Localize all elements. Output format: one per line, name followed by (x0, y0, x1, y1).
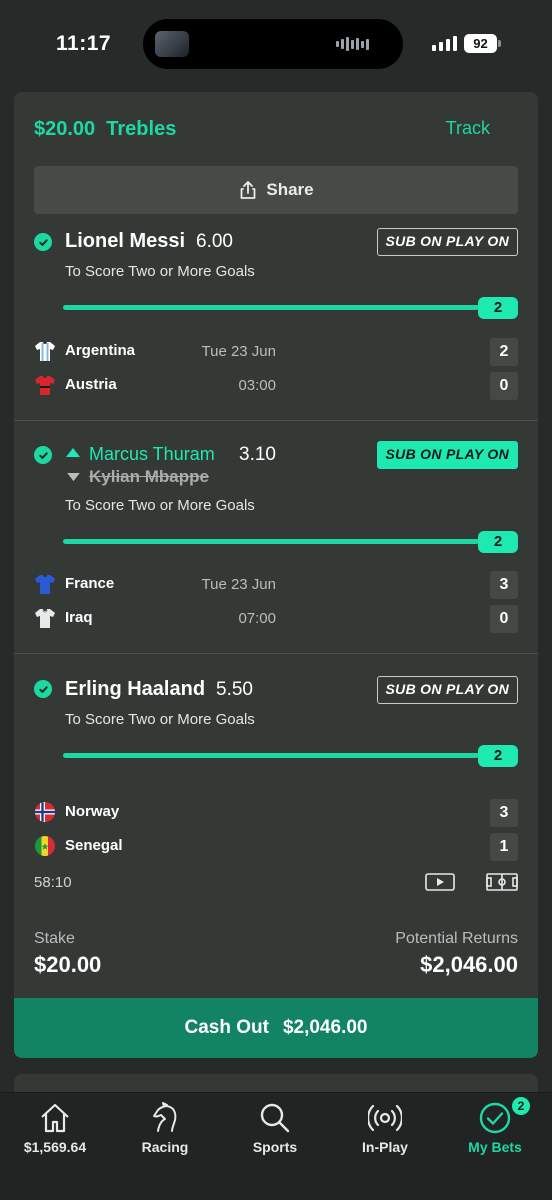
norway-flag-icon (35, 802, 55, 822)
leg-odds: 6.00 (196, 231, 233, 252)
substitute-player-name: Marcus Thuram (89, 444, 215, 464)
team-score: 3 (490, 799, 518, 827)
horse-icon (153, 1102, 177, 1132)
stake-value: $20.00 (34, 952, 102, 977)
divider (14, 653, 538, 654)
video-play-icon[interactable] (425, 872, 455, 892)
caret-down-icon (67, 473, 80, 482)
leg-odds: 3.10 (239, 444, 276, 465)
fixture-time: 07:00 (238, 610, 276, 627)
sub-on-play-on-badge[interactable]: SUB ON PLAY ON (376, 228, 518, 256)
team-row-away: Senegal 1 (34, 833, 518, 861)
market-label: To Score Two or More Goals (65, 263, 255, 280)
leg-odds: 5.50 (216, 679, 253, 700)
caret-up-icon (66, 448, 80, 457)
team-score: 1 (490, 833, 518, 861)
media-thumbnail (155, 31, 189, 57)
team-score: 3 (490, 571, 518, 599)
nav-item-racing[interactable]: Racing (110, 1093, 220, 1173)
replaced-player-name: Kylian Mbappe (89, 467, 209, 486)
status-bar: 11:17 92 (0, 0, 552, 88)
senegal-flag-icon (35, 836, 55, 856)
team-score: 2 (490, 338, 518, 366)
team-score: 0 (490, 605, 518, 633)
team-name: Senegal (65, 837, 123, 854)
pitch-view-icon[interactable] (486, 872, 518, 892)
progress-count: 2 (478, 745, 518, 767)
potential-returns-label: Potential Returns (395, 930, 518, 947)
nav-label: $1,569.64 (23, 1139, 87, 1155)
austria-kit-icon (35, 376, 55, 395)
track-button[interactable]: Track (446, 118, 490, 139)
france-kit-icon (35, 575, 55, 594)
progress-bar (63, 305, 479, 310)
bottom-nav: $1,569.64 Racing Sports In-Play 2 My Bet… (0, 1092, 552, 1200)
search-icon (260, 1103, 290, 1133)
sub-on-play-on-badge-active[interactable]: SUB ON PLAY ON (376, 441, 518, 469)
divider (14, 420, 538, 421)
fixture-date: Tue 23 Jun (201, 576, 277, 593)
argentina-kit-icon (35, 342, 55, 361)
stake-label: Stake (34, 930, 75, 947)
fixture-time: 03:00 (238, 377, 276, 394)
player-name: Lionel Messi (65, 230, 186, 252)
battery-cap (498, 40, 501, 47)
team-name: Norway (65, 803, 120, 820)
team-row-home: Norway 3 (34, 799, 518, 827)
nav-item-balance[interactable]: $1,569.64 (0, 1093, 110, 1173)
progress-bar (63, 753, 479, 758)
team-name: Iraq (65, 609, 93, 626)
team-name: Argentina (65, 342, 136, 359)
dynamic-island[interactable] (143, 19, 403, 69)
team-row-home: Argentina Tue 23 Jun 2 (34, 338, 518, 366)
signal-icon (432, 35, 457, 51)
home-icon (41, 1103, 69, 1133)
bet-card-header: $20.00 Trebles Track (14, 92, 538, 168)
nav-label: Racing (141, 1139, 189, 1155)
nav-label: In-Play (362, 1139, 408, 1155)
team-score: 0 (490, 372, 518, 400)
check-icon (34, 446, 52, 464)
match-clock: 58:10 (34, 874, 72, 891)
progress-count: 2 (478, 297, 518, 319)
player-name: Erling Haaland (65, 678, 206, 700)
team-name: Austria (65, 376, 117, 393)
share-icon (240, 181, 256, 199)
share-label: Share (266, 180, 314, 199)
share-button[interactable]: Share (34, 166, 518, 214)
team-row-away: Iraq 07:00 0 (34, 605, 518, 633)
nav-label: My Bets (468, 1139, 522, 1155)
nav-item-sports[interactable]: Sports (220, 1093, 330, 1173)
check-icon (34, 233, 52, 251)
battery-icon: 92 (464, 34, 497, 53)
potential-returns-value: $2,046.00 (420, 952, 518, 977)
nav-item-my-bets[interactable]: 2 My Bets (440, 1093, 550, 1173)
team-name: France (65, 575, 115, 592)
fixture-date: Tue 23 Jun (201, 343, 277, 360)
bets-count-badge: 2 (512, 1097, 530, 1115)
cash-out-button[interactable]: Cash Out $2,046.00 (14, 998, 538, 1058)
market-label: To Score Two or More Goals (65, 497, 255, 514)
broadcast-icon (368, 1104, 402, 1132)
bet-card: $20.00 Trebles Track Share Lionel Messi … (14, 92, 538, 1058)
audio-wave-icon (336, 37, 369, 51)
progress-bar (63, 539, 479, 544)
market-label: To Score Two or More Goals (65, 711, 255, 728)
nav-label: Sports (252, 1139, 298, 1155)
cash-out-amount: $2,046.00 (282, 1017, 368, 1038)
sub-on-play-on-badge[interactable]: SUB ON PLAY ON (376, 676, 518, 704)
check-circle-icon (479, 1102, 511, 1134)
team-row-away: Austria 03:00 0 (34, 372, 518, 400)
clock-time: 11:17 (56, 32, 112, 55)
bet-title: $20.00 Trebles (34, 118, 177, 140)
check-icon (34, 680, 52, 698)
team-row-home: France Tue 23 Jun 3 (34, 571, 518, 599)
cash-out-label: Cash Out (184, 1017, 269, 1038)
iraq-kit-icon (35, 609, 55, 628)
progress-count: 2 (478, 531, 518, 553)
nav-item-in-play[interactable]: In-Play (330, 1093, 440, 1173)
